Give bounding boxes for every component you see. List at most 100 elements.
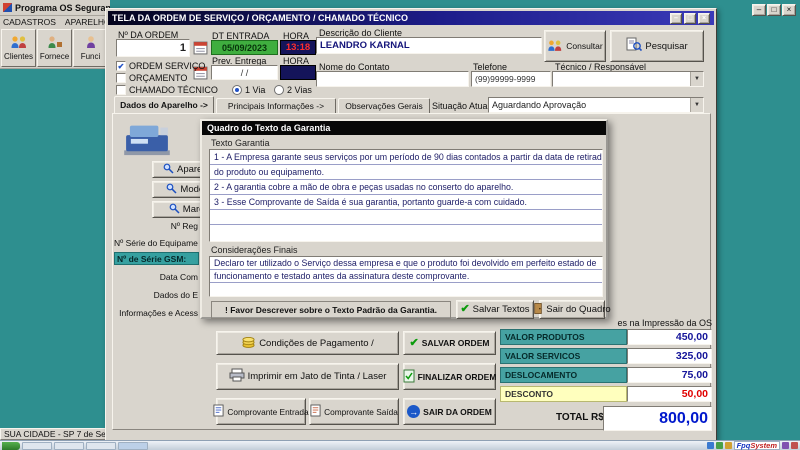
clients-icon (10, 35, 28, 51)
calendar-icon[interactable] (193, 40, 208, 58)
minimize-button[interactable] (752, 4, 766, 16)
magnifier-icon (169, 203, 180, 217)
informacoes-acessorios-label: Informações e Acess (119, 308, 198, 318)
valor-servicos-value[interactable]: 325,00 (627, 348, 712, 364)
serie-gsm-label: Nº de Série GSM: (114, 252, 199, 265)
registro-label: Nº Reg (170, 221, 198, 231)
salvar-textos-button[interactable]: Salvar Textos (456, 300, 534, 319)
printer-icon (229, 368, 245, 385)
tray-icon[interactable] (724, 442, 732, 449)
coins-icon (241, 335, 256, 351)
imprimir-button[interactable]: Imprimir em Jato de Tinta / Laser (216, 363, 399, 390)
consideracoes-text-line[interactable]: Declaro ter utilizado o Serviço dessa em… (210, 257, 602, 270)
finalizar-ordem-button[interactable]: FINALIZAR ORDEM (403, 363, 496, 390)
radio-1-via[interactable]: 1 Via (232, 85, 265, 95)
comprovante-saida-button[interactable]: Comprovante Saída (309, 398, 399, 425)
checkbox-icon (116, 85, 126, 95)
toolbar-funcionarios-button[interactable]: Funci (73, 29, 108, 67)
consideracoes-text-line[interactable] (210, 283, 602, 296)
deslocamento-value[interactable]: 75,00 (627, 367, 712, 383)
sair-ordem-button[interactable]: SAIR DA ORDEM (403, 398, 496, 425)
ordem-servico-checkbox[interactable]: ORDEM SERVIÇO (116, 61, 205, 71)
taskbar-item-active[interactable] (118, 441, 148, 450)
situacao-label: Situação Atual: (432, 101, 493, 111)
garantia-text-line[interactable]: 2 - A garantia cobre a mão de obra e peç… (210, 180, 602, 195)
condicoes-pagamento-button[interactable]: Condições de Pagamento / (216, 331, 399, 355)
contact-field[interactable] (316, 71, 469, 87)
technician-combo-value (553, 72, 690, 86)
taskbar-item[interactable] (86, 441, 116, 450)
garantia-text-line[interactable]: 1 - A Empresa garante seus serviços por … (210, 150, 602, 165)
forecast-time-field (280, 65, 316, 80)
client-field[interactable]: LEANDRO KARNAL (316, 37, 542, 54)
chamado-tecnico-checkbox[interactable]: CHAMADO TÉCNICO (116, 85, 218, 95)
texto-garantia-box: 1 - A Empresa garante seus serviços por … (209, 149, 603, 242)
os-minimize-button[interactable] (670, 12, 682, 24)
main-window-title: Programa OS Segurança Ele (15, 2, 110, 13)
menu-aparelhos[interactable]: APARELHOS (65, 17, 110, 27)
tray-icon[interactable] (706, 442, 714, 449)
toolbar-fornecedores-label: Fornece (39, 52, 70, 61)
main-window-controls (752, 4, 796, 16)
chevron-down-icon[interactable] (690, 72, 703, 86)
orcamento-checkbox[interactable]: ORÇAMENTO (116, 73, 187, 83)
consideracoes-label: Considerações Finais (211, 245, 298, 255)
tray-icon[interactable] (782, 442, 789, 449)
maximize-button[interactable] (767, 4, 781, 16)
pesquisar-button[interactable]: Pesquisar (610, 30, 704, 62)
consideracoes-box: Declaro ter utilizado o Serviço dessa em… (209, 256, 603, 297)
os-close-button[interactable] (698, 12, 710, 24)
consideracoes-text-line[interactable]: funcionamento e testado antes da assinat… (210, 270, 602, 283)
situacao-combo-value: Aguardando Aprovação (492, 100, 587, 110)
valor-produtos-label: VALOR PRODUTOS (500, 329, 627, 345)
tab-observacoes-gerais[interactable]: Observações Gerais (338, 98, 430, 113)
chevron-down-icon[interactable] (690, 98, 703, 112)
checkbox-icon (116, 73, 126, 83)
technician-combo[interactable] (552, 71, 704, 87)
supplier-icon (46, 35, 64, 51)
desconto-value[interactable]: 50,00 (627, 386, 712, 402)
garantia-text-line[interactable] (210, 225, 602, 240)
garantia-text-line[interactable] (210, 210, 602, 225)
os-window-titlebar: TELA DA ORDEM DE SERVIÇO / ORÇAMENTO / C… (108, 11, 714, 25)
exit-arrow-icon (407, 405, 421, 418)
total-label: TOTAL R$ (556, 412, 604, 423)
phone-field[interactable]: (99)99999-9999 (471, 71, 551, 87)
toolbar-clientes-button[interactable]: Clientes (1, 29, 36, 67)
consultar-button[interactable]: Consultar (544, 30, 606, 62)
entry-date-field[interactable]: 05/09/2023 (211, 40, 278, 55)
os-maximize-button[interactable] (684, 12, 696, 24)
tab-dados-aparelho[interactable]: Dados do Aparelho -> (114, 96, 214, 113)
taskbar-item[interactable] (54, 441, 84, 450)
garantia-text-line[interactable]: do produto ou equipamento. (210, 165, 602, 180)
check-icon (460, 304, 469, 315)
garantia-text-line[interactable]: 3 - Esse Comprovante de Saída é sua gara… (210, 195, 602, 210)
equipment-image (122, 119, 172, 160)
radio-selected-icon (232, 85, 242, 95)
data-compra-label: Data Com (159, 272, 198, 282)
salvar-ordem-button[interactable]: SALVAR ORDEM (403, 331, 496, 355)
forecast-date-field[interactable]: / / (211, 65, 278, 80)
taskbar-item[interactable] (22, 441, 52, 450)
menu-cadastros[interactable]: CADASTROS (3, 17, 56, 27)
tray-icon[interactable] (715, 442, 723, 449)
check-icon (410, 338, 419, 349)
close-button[interactable] (782, 4, 796, 16)
employee-icon (82, 35, 100, 51)
checkbox-checked-icon (116, 61, 126, 71)
door-icon (533, 302, 543, 318)
situacao-combo[interactable]: Aguardando Aprovação (488, 97, 704, 113)
valor-produtos-value[interactable]: 450,00 (627, 329, 712, 345)
radio-2-vias[interactable]: 2 Vias (274, 85, 312, 95)
toolbar-fornecedores-button[interactable]: Fornece (37, 29, 72, 67)
serie-equipamento-label: Nº Série do Equipame (114, 238, 198, 248)
comprovante-entrada-button[interactable]: Comprovante Entrada (213, 398, 309, 425)
garantia-dialog-titlebar: Quadro do Texto da Garantia (202, 121, 606, 135)
order-number-field[interactable]: 1 (116, 39, 190, 57)
valor-servicos-label: VALOR SERVICOS (500, 348, 627, 364)
sair-quadro-button[interactable]: Sair do Quadro (534, 300, 611, 319)
start-button[interactable] (2, 441, 20, 450)
tray-icon[interactable] (791, 442, 798, 449)
desconto-label: DESCONTO (500, 386, 627, 402)
tab-principais-informacoes[interactable]: Principais Informações -> (216, 98, 336, 113)
